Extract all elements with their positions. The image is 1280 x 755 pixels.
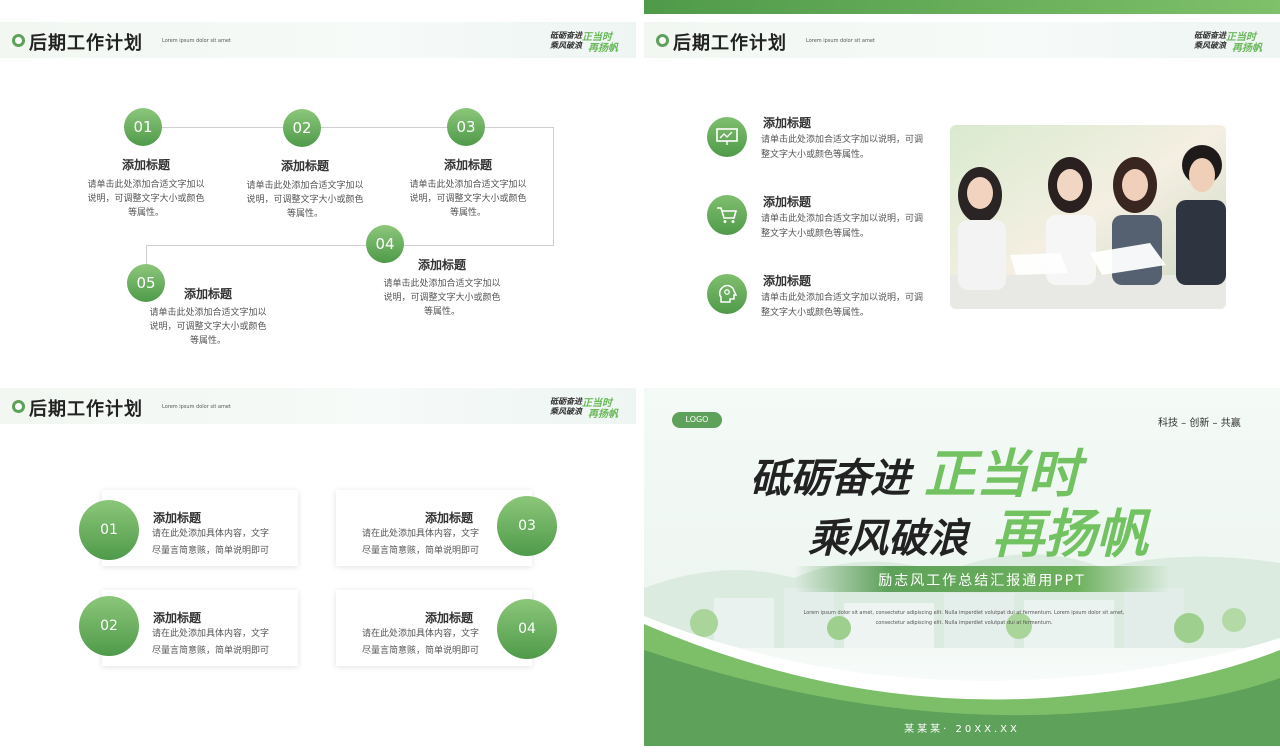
header-subtitle: Lorem ipsum dolor sit amet [162, 404, 231, 410]
page-title: 后期工作计划 [673, 33, 787, 54]
head-gear-icon [707, 274, 747, 314]
cover-title-line1: 砥砺奋进 [750, 455, 910, 502]
step-title: 添加标题 [417, 258, 466, 272]
slide-cards[interactable]: 后期工作计划 Lorem ipsum dolor sit amet 砥砺奋进 乘… [0, 382, 636, 755]
step-desc: 请单击此处添加合适文字加以说明，可调整文字大小或颜色等属性。 [246, 181, 364, 219]
card-desc: 尽量言简意赅，简单说明即可 [152, 646, 270, 656]
feature-desc: 请单击此处添加合适文字加以说明，可调整文字大小或颜色等属性。 [761, 293, 924, 318]
header-dot-icon [12, 400, 25, 413]
banner-text: 励志风工作总结汇报通用PPT [878, 573, 1086, 589]
step-title: 添加标题 [280, 159, 329, 173]
header-subtitle: Lorem ipsum dolor sit amet [806, 38, 875, 44]
card-number: 02 [79, 596, 139, 656]
slide-header: 后期工作计划 Lorem ipsum dolor sit amet 砥砺奋进 乘… [644, 22, 1280, 58]
logo-badge: LOGO [672, 412, 722, 428]
step-desc: 请单击此处添加合适文字加以说明，可调整文字大小或颜色等属性。 [409, 180, 527, 218]
card-number: 04 [497, 599, 557, 659]
brand-accent2: 再扬帆 [588, 409, 618, 420]
step-title: 添加标题 [183, 287, 232, 301]
step-desc: 请单击此处添加合适文字加以说明，可调整文字大小或颜色等属性。 [87, 180, 205, 218]
feature-desc: 请单击此处添加合适文字加以说明，可调整文字大小或颜色等属性。 [761, 214, 924, 239]
card-title: 添加标题 [153, 611, 202, 625]
step-desc: 请单击此处添加合适文字加以说明，可调整文字大小或颜色等属性。 [149, 308, 267, 346]
card-desc: 请在此处添加具体内容，文字 [362, 629, 480, 639]
presentation-icon [707, 117, 747, 157]
step-desc: 请单击此处添加合适文字加以说明，可调整文字大小或颜色等属性。 [383, 279, 501, 317]
card-desc: 请在此处添加具体内容，文字 [362, 529, 480, 539]
accent-line2: 再扬帆 [992, 504, 1149, 565]
step-number: 01 [124, 108, 162, 146]
step-title: 添加标题 [121, 158, 170, 172]
lorem-line: Lorem ipsum dolor sit amet, consectetur … [803, 610, 1125, 616]
card-number: 03 [497, 496, 557, 556]
tagline: 科技 – 创新 – 共赢 [1158, 418, 1241, 429]
header-subtitle: Lorem ipsum dolor sit amet [162, 38, 231, 44]
connector-line [160, 127, 554, 128]
page-title: 后期工作计划 [29, 399, 143, 420]
card-desc: 请在此处添加具体内容，文字 [152, 529, 270, 539]
step-title: 添加标题 [443, 158, 492, 172]
lorem-text: Lorem ipsum dolor sit amet, consectetur … [774, 608, 1154, 628]
card-desc: 尽量言简意赅，简单说明即可 [362, 546, 480, 556]
card-title: 添加标题 [425, 511, 474, 525]
header-dot-icon [12, 34, 25, 47]
team-photo [950, 125, 1226, 309]
top-accent-bar [644, 0, 1280, 14]
connector-line [553, 127, 554, 245]
brand-line2: 乘风破浪 [550, 40, 582, 50]
presenter-date: 某某某· 20XX.XX [904, 724, 1020, 735]
connector-line [146, 245, 147, 265]
card-desc: 请在此处添加具体内容，文字 [152, 629, 270, 639]
card-number: 01 [79, 500, 139, 560]
brand-line2: 乘风破浪 [1194, 40, 1226, 50]
feature-title: 添加标题 [763, 274, 812, 288]
card-title: 添加标题 [153, 511, 202, 525]
feature-title: 添加标题 [763, 195, 812, 209]
card-title: 添加标题 [425, 611, 474, 625]
card-desc: 尽量言简意赅，简单说明即可 [362, 646, 480, 656]
slide-timeline[interactable]: 后期工作计划 Lorem ipsum dolor sit amet 砥砺奋进 乘… [0, 0, 636, 373]
brand-line2: 乘风破浪 [550, 406, 582, 416]
lorem-line: consectetur adipiscing elit. Nulla imper… [875, 620, 1053, 626]
feature-desc: 请单击此处添加合适文字加以说明，可调整文字大小或颜色等属性。 [761, 135, 924, 160]
slide-features[interactable]: 后期工作计划 Lorem ipsum dolor sit amet 砥砺奋进 乘… [644, 0, 1280, 373]
slide-cover[interactable]: LOGO 科技 – 创新 – 共赢 正当时 再扬帆 砥砺奋进 乘风破浪 励志风工… [644, 388, 1280, 746]
step-number: 02 [283, 109, 321, 147]
page-title: 后期工作计划 [29, 33, 143, 54]
brand-accent2: 再扬帆 [1232, 43, 1262, 54]
card-desc: 尽量言简意赅，简单说明即可 [152, 546, 270, 556]
slide-header: 后期工作计划 Lorem ipsum dolor sit amet 砥砺奋进 乘… [0, 388, 636, 424]
slide-header: 后期工作计划 Lorem ipsum dolor sit amet 砥砺奋进 乘… [0, 22, 636, 58]
connector-line [146, 245, 554, 246]
cover-title-line2: 乘风破浪 [808, 515, 968, 562]
step-number: 03 [447, 108, 485, 146]
brand-accent2: 再扬帆 [588, 43, 618, 54]
feature-title: 添加标题 [763, 116, 812, 130]
cart-icon [707, 195, 747, 235]
header-dot-icon [656, 34, 669, 47]
